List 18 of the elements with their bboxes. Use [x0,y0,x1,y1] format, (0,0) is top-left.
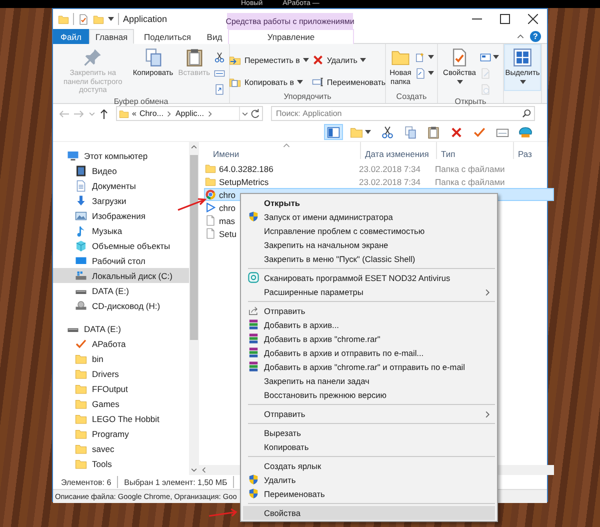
file-name: SetupMetrics [219,176,269,186]
table-cell-text: 23.02.2018 7:34 [359,164,422,174]
file-name: Setu [219,228,236,238]
group-label: Буфер обмена [112,96,170,108]
window-title: Application [123,14,168,24]
group-label: Открыть [454,96,488,108]
file-name: mas [219,216,236,226]
item-count: Элементов: 6 [61,478,112,486]
table-cell-text: Папка с файлами [435,164,506,174]
file-name: chro [219,190,236,200]
contextual-tab-header: Средства работы с приложениями [227,13,353,29]
selection-info: Выбран 1 элемент: 1,50 МБ [124,478,228,486]
table-cell-text: Папка с файлами [435,176,506,186]
group-label: Упорядочить [282,91,332,103]
group-label: Создать [395,91,428,103]
file-name: 64.0.3282.186 [219,164,274,174]
file-name: chro [219,202,236,212]
table-cell-text: 23.02.2018 7:34 [359,176,422,186]
